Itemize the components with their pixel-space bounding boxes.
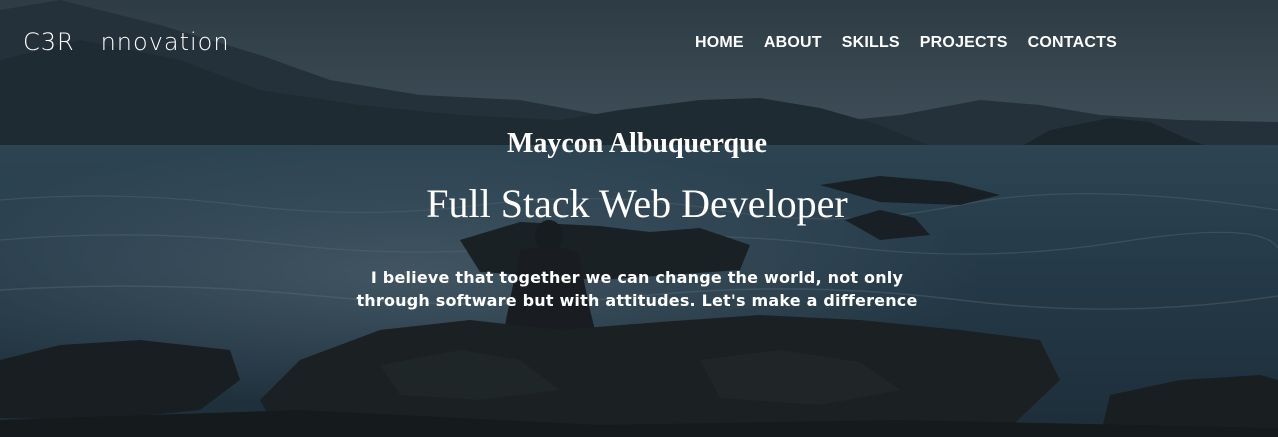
hero-name: Maycon Albuquerque <box>506 128 768 159</box>
hero-section: Maycon Albuquerque Full Stack Web Develo… <box>0 0 1278 437</box>
hero-role: Full Stack Web Developer <box>426 181 848 226</box>
hero-tagline: I believe that together we can change th… <box>356 268 918 310</box>
